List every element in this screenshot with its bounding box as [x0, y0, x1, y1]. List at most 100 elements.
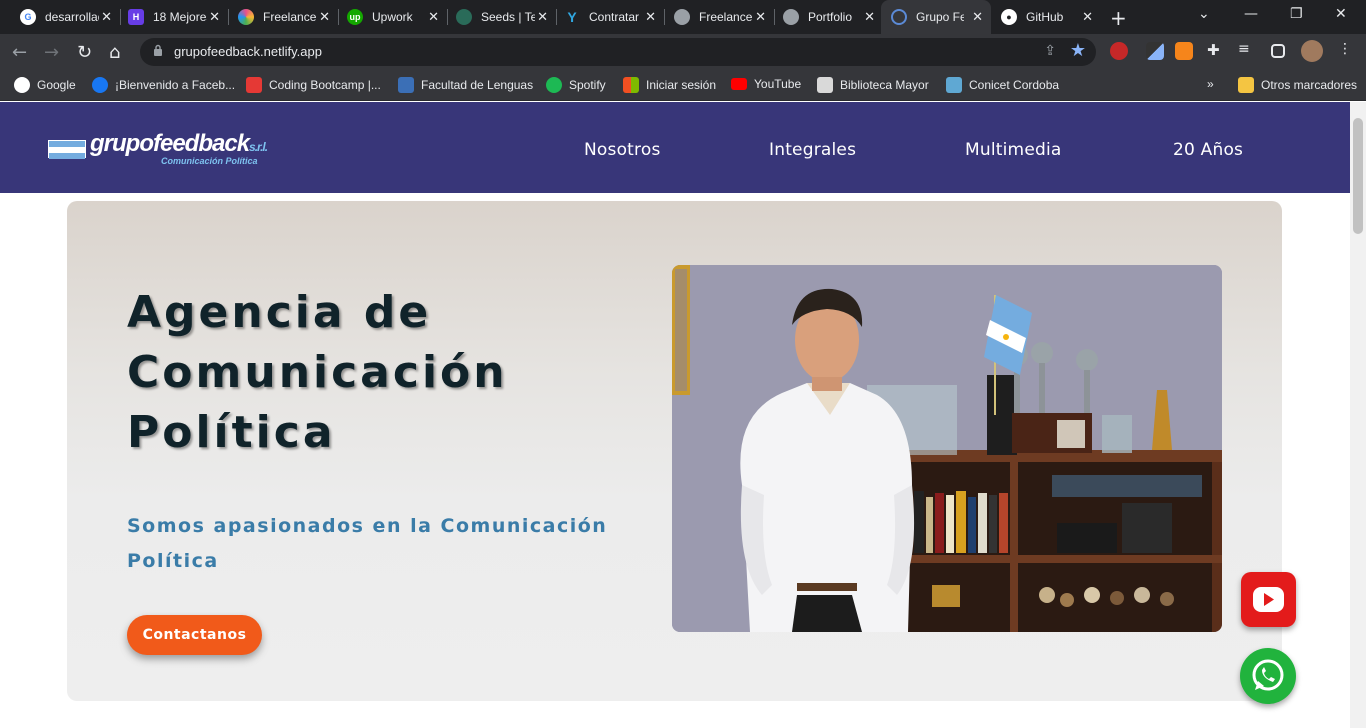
bookmark-item[interactable]: Coding Bootcamp |...	[246, 77, 381, 93]
tab-title: GitHub	[1026, 10, 1064, 24]
youtube-float-button[interactable]	[1241, 572, 1296, 627]
tab-title: Freelancer	[263, 10, 317, 24]
university-icon	[398, 77, 414, 93]
bookmark-item[interactable]: Biblioteca Mayor	[817, 77, 929, 93]
hero-photo	[672, 265, 1222, 632]
bookmark-item[interactable]: Facultad de Lenguas	[398, 77, 533, 93]
browser-tab-strip: G desarrollador ✕ H 18 Mejores ✕ Freelan…	[0, 0, 1366, 34]
spotify-icon	[546, 77, 562, 93]
more-bookmarks-chevron[interactable]: »	[1207, 77, 1214, 91]
folder-icon	[1238, 77, 1254, 93]
browser-tab[interactable]: Freelancer ✕	[664, 0, 775, 34]
hero-subtitle: Somos apasionados en la Comunicación Pol…	[127, 515, 608, 572]
tab-title: Contratar	[589, 10, 640, 24]
github-icon: ●	[1001, 9, 1017, 25]
nav-link-integrales[interactable]: Integrales	[769, 140, 856, 160]
close-icon[interactable]: ✕	[537, 9, 548, 25]
library-icon	[817, 77, 833, 93]
tab-title: 18 Mejores	[153, 10, 207, 24]
close-icon[interactable]: ✕	[755, 9, 766, 25]
browser-tab[interactable]: Y Contratar ✕	[554, 0, 665, 34]
argentina-flag-icon	[48, 140, 86, 159]
logo-word-feedback: feedback	[152, 130, 250, 157]
facebook-icon	[92, 77, 108, 93]
close-icon[interactable]: ✕	[864, 9, 875, 25]
forward-icon[interactable]: →	[44, 42, 59, 63]
browser-tab[interactable]: Portfolio ✕	[773, 0, 883, 34]
browser-tab[interactable]: ● GitHub ✕	[991, 0, 1101, 34]
close-icon[interactable]: ✕	[1082, 9, 1093, 25]
side-panel-icon[interactable]	[1271, 44, 1285, 58]
browser-toolbar: ← → ↻ ⌂ grupofeedback.netlify.app ⇪ ★ ✚ …	[0, 34, 1366, 70]
scrollbar-thumb[interactable]	[1353, 118, 1363, 234]
address-bar[interactable]: grupofeedback.netlify.app ⇪ ★	[140, 38, 1096, 66]
metamask-extension-icon[interactable]	[1175, 42, 1193, 60]
new-tab-button[interactable]: +	[1110, 6, 1127, 30]
page-scrollbar[interactable]	[1350, 102, 1366, 728]
menu-kebab-icon[interactable]: ⋮	[1338, 41, 1356, 59]
bookmark-item[interactable]: Spotify	[546, 77, 606, 93]
hero-section: Agencia de Comunicación Política Somos a…	[67, 201, 1282, 701]
other-bookmarks-folder[interactable]: Otros marcadores	[1238, 77, 1357, 93]
bookmark-item[interactable]: YouTube	[731, 77, 801, 91]
close-window-icon[interactable]: ✕	[1335, 6, 1347, 22]
bookmark-item[interactable]: ¡Bienvenido a Faceb...	[92, 77, 235, 93]
site-logo[interactable]: grupofeedbacks.r.l. Comunicación Polític…	[48, 130, 278, 170]
upwork-icon: up	[347, 9, 363, 25]
adblock-extension-icon[interactable]	[1110, 42, 1128, 60]
youtube-icon	[1253, 587, 1284, 612]
close-icon[interactable]: ✕	[972, 9, 983, 25]
colorwheel-icon	[238, 9, 254, 25]
hostinger-icon: H	[128, 9, 144, 25]
browser-tab[interactable]: G desarrollador ✕	[10, 0, 121, 34]
close-icon[interactable]: ✕	[645, 9, 656, 25]
bookmark-item[interactable]: Iniciar sesión	[623, 77, 716, 93]
tab-search-icon[interactable]: ⌄	[1198, 6, 1210, 22]
tab-title: Portfolio	[808, 10, 853, 24]
globe-icon	[456, 9, 472, 25]
profile-avatar[interactable]	[1301, 40, 1323, 62]
youtube-icon	[731, 78, 747, 90]
whatsapp-icon	[1252, 659, 1284, 691]
workana-icon: Y	[567, 9, 577, 25]
browser-tab[interactable]: up Upwork ✕	[337, 0, 448, 34]
nav-link-nosotros[interactable]: Nosotros	[584, 140, 661, 160]
browser-tab[interactable]: Seeds | Tech ✕	[446, 0, 557, 34]
bookmark-item[interactable]: Google	[14, 77, 76, 93]
close-icon[interactable]: ✕	[428, 9, 439, 25]
bookmark-star-icon[interactable]: ★	[1070, 40, 1086, 61]
bootcamp-icon	[246, 77, 262, 93]
lock-icon	[154, 44, 162, 56]
tab-title: desarrollador	[45, 10, 99, 24]
restore-icon[interactable]: ❐	[1290, 6, 1303, 22]
close-icon[interactable]: ✕	[209, 9, 220, 25]
extensions-puzzle-icon[interactable]: ✚	[1207, 41, 1225, 59]
tab-title: Seeds | Tech	[481, 10, 535, 24]
browser-tab-active[interactable]: Grupo Feedback ✕	[881, 0, 991, 34]
logo-tagline: Comunicación Política	[161, 156, 258, 166]
close-icon[interactable]: ✕	[101, 9, 112, 25]
back-icon[interactable]: ←	[12, 42, 27, 63]
conicet-icon	[946, 77, 962, 93]
bookmarks-bar: Google ¡Bienvenido a Faceb... Coding Boo…	[0, 70, 1366, 101]
web-page: grupofeedbacks.r.l. Comunicación Polític…	[0, 102, 1350, 728]
tab-title: Upwork	[372, 10, 413, 24]
reload-icon[interactable]: ↻	[77, 42, 92, 63]
whatsapp-float-button[interactable]	[1240, 648, 1296, 704]
bookmark-item[interactable]: Conicet Cordoba	[946, 77, 1059, 93]
globe-icon	[783, 9, 799, 25]
contact-button[interactable]: Contactanos	[127, 615, 262, 655]
home-icon[interactable]: ⌂	[109, 42, 120, 63]
netlify-icon	[891, 9, 907, 25]
close-icon[interactable]: ✕	[319, 9, 330, 25]
nav-link-20-anos[interactable]: 20 Años	[1173, 140, 1243, 160]
nav-link-multimedia[interactable]: Multimedia	[965, 140, 1062, 160]
browser-tab[interactable]: Freelancer ✕	[228, 0, 339, 34]
logo-suffix: s.r.l.	[249, 140, 268, 154]
share-icon[interactable]: ⇪	[1044, 43, 1056, 59]
minimize-icon[interactable]: —	[1244, 6, 1258, 22]
pen-extension-icon[interactable]	[1146, 42, 1164, 60]
reading-list-icon[interactable]: ≡	[1238, 41, 1256, 59]
logo-word-grupo: grupo	[90, 130, 154, 157]
browser-tab[interactable]: H 18 Mejores ✕	[118, 0, 229, 34]
